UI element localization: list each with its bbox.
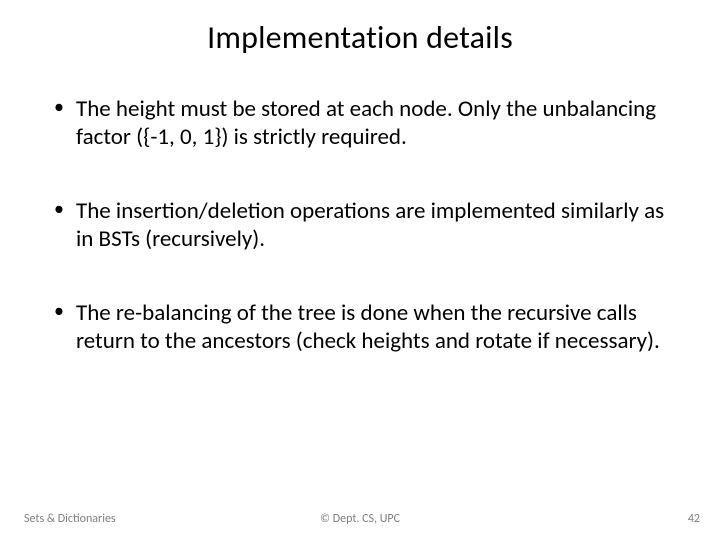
bullet-list: The height must be stored at each node. … — [40, 95, 680, 355]
footer-center: © Dept. CS, UPC — [320, 512, 400, 526]
page-number: 42 — [688, 512, 700, 526]
footer-left: Sets & Dictionaries — [24, 512, 116, 526]
slide-title: Implementation details — [40, 18, 680, 57]
bullet-item: The height must be stored at each node. … — [48, 95, 680, 151]
bullet-item: The re-balancing of the tree is done whe… — [48, 299, 680, 355]
slide: Implementation details The height must b… — [0, 0, 720, 540]
footer: Sets & Dictionaries © Dept. CS, UPC 42 — [0, 512, 720, 526]
bullet-item: The insertion/deletion operations are im… — [48, 197, 680, 253]
